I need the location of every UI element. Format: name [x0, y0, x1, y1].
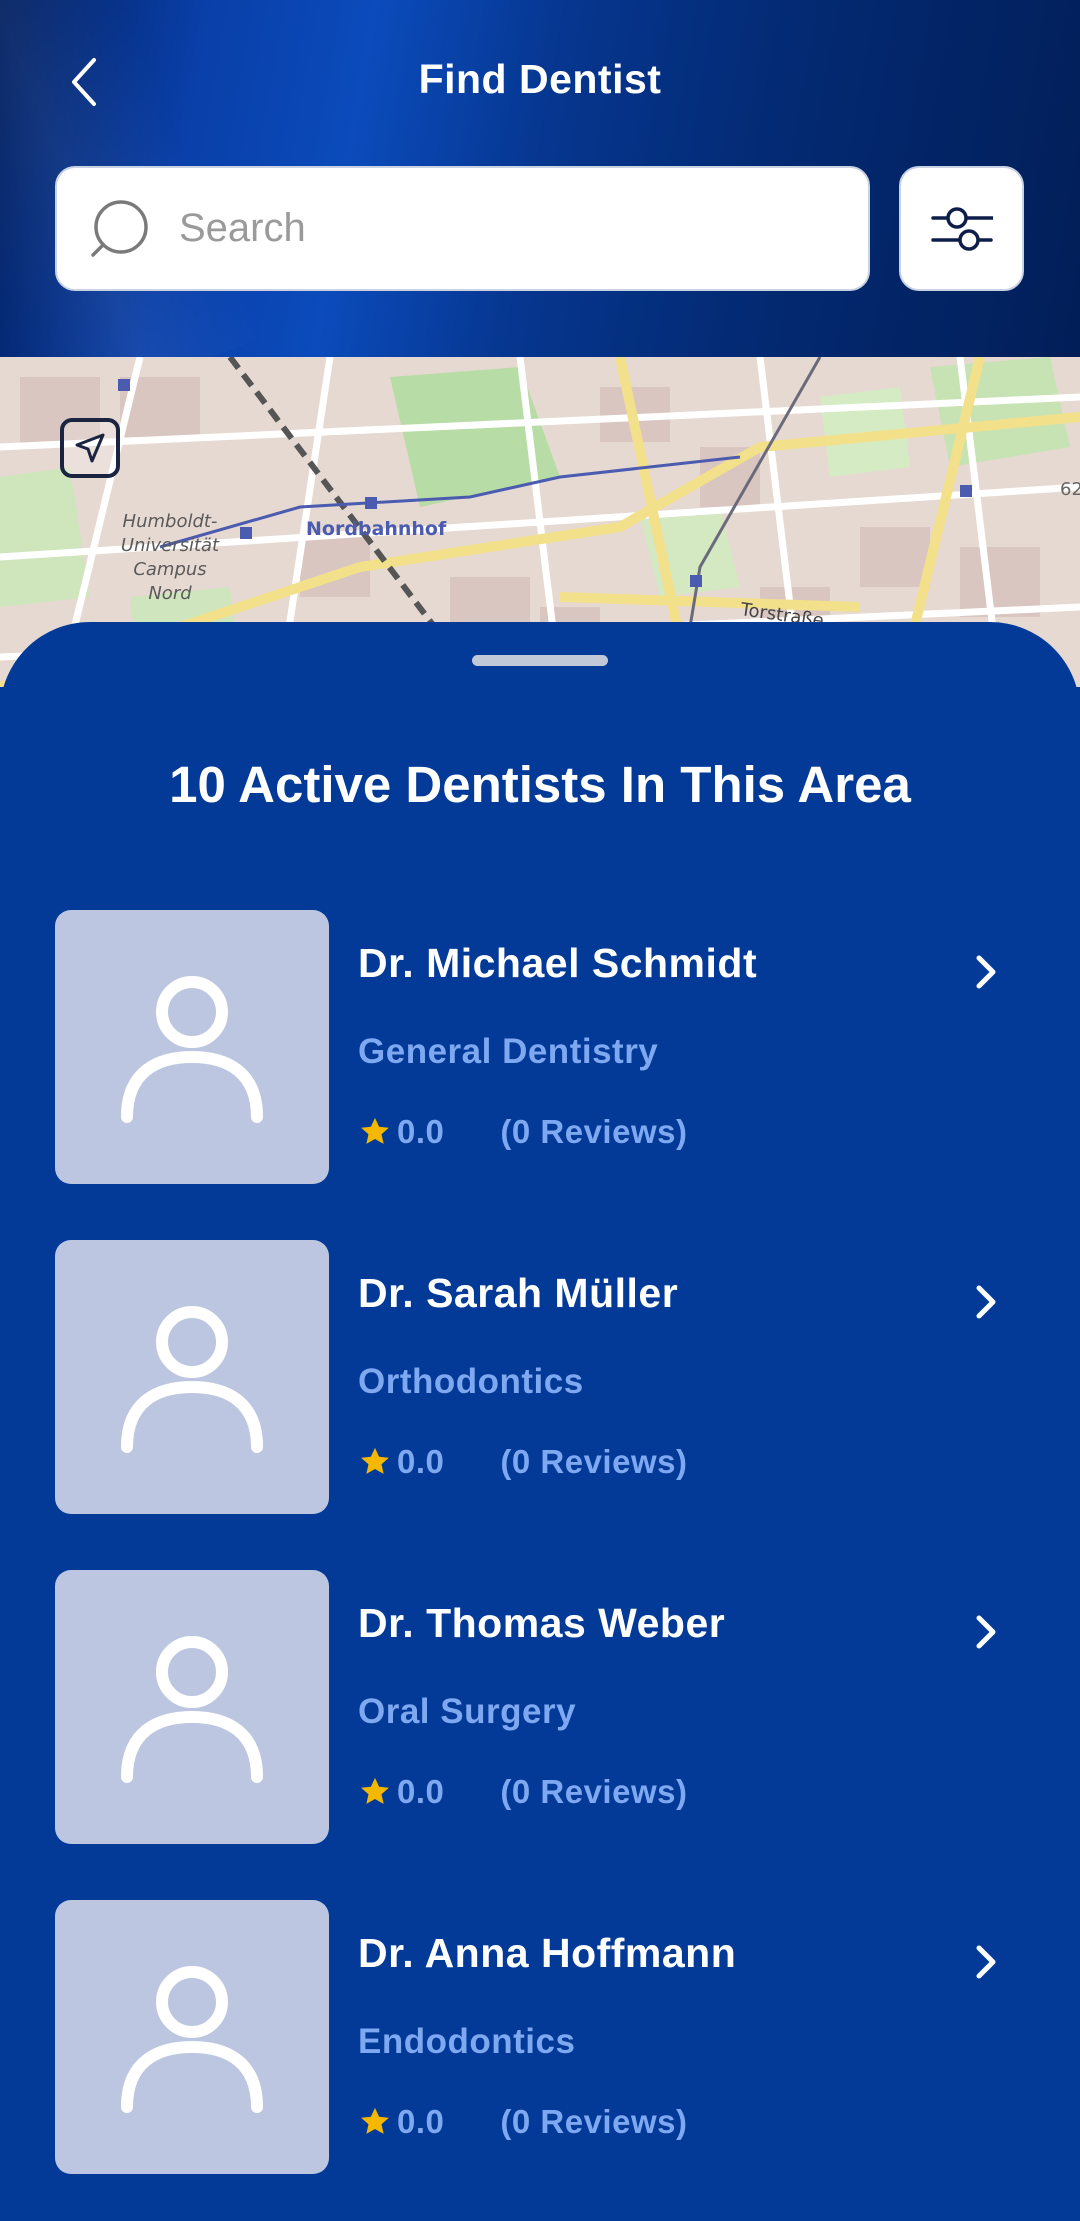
search-input[interactable]	[179, 206, 779, 251]
user-placeholder-icon	[121, 1636, 263, 1783]
dentist-name: Dr. Sarah Müller	[358, 1270, 679, 1316]
star-icon	[361, 1447, 389, 1474]
map-label-campus-1: Humboldt-	[123, 511, 218, 532]
rating-value: 0.0	[397, 1773, 445, 1810]
avatar	[55, 910, 329, 1184]
dentist-specialty: Orthodontics	[358, 1362, 584, 1401]
review-count: (0 Reviews)	[500, 1773, 688, 1810]
rating-row: 0.0 (0 Reviews)	[358, 1773, 687, 1811]
review-count: (0 Reviews)	[500, 1113, 688, 1150]
review-count: (0 Reviews)	[500, 1443, 688, 1480]
dentist-card[interactable]: Dr. Anna Hoffmann Endodontics 0.0 (0 Rev…	[55, 1900, 1025, 2175]
navigation-arrow-icon	[75, 433, 105, 463]
dentist-specialty: General Dentistry	[358, 1032, 659, 1071]
chevron-right-icon[interactable]	[966, 1282, 1006, 1322]
locate-button[interactable]	[60, 418, 120, 478]
search-box[interactable]	[55, 166, 870, 291]
chevron-right-icon[interactable]	[966, 1942, 1006, 1982]
map-label-campus-2: Universität	[121, 535, 220, 556]
rating-row: 0.0 (0 Reviews)	[358, 1443, 687, 1481]
star-icon	[361, 1777, 389, 1804]
user-placeholder-icon	[121, 1306, 263, 1453]
rating-value: 0.0	[397, 2103, 445, 2140]
drag-handle[interactable]	[472, 655, 608, 666]
dentist-list: Dr. Michael Schmidt General Dentistry 0.…	[55, 910, 1025, 2221]
dentist-card[interactable]: Dr. Thomas Weber Oral Surgery 0.0 (0 Rev…	[55, 1570, 1025, 1845]
user-placeholder-icon	[121, 1966, 263, 2113]
sliders-icon	[930, 206, 993, 251]
dentist-specialty: Oral Surgery	[358, 1692, 577, 1731]
map-label-number: 62	[1060, 479, 1080, 500]
dentist-card[interactable]: Dr. Sarah Müller Orthodontics 0.0 (0 Rev…	[55, 1240, 1025, 1515]
results-heading: 10 Active Dentists In This Area	[169, 756, 911, 813]
dentist-card[interactable]: Dr. Michael Schmidt General Dentistry 0.…	[55, 910, 1025, 1185]
chevron-right-icon[interactable]	[966, 952, 1006, 992]
rating-value: 0.0	[397, 1443, 445, 1480]
rating-row: 0.0 (0 Reviews)	[358, 2103, 687, 2141]
chevron-right-icon[interactable]	[966, 1612, 1006, 1652]
avatar	[55, 1570, 329, 1844]
avatar	[55, 1240, 329, 1514]
page-title: Find Dentist	[418, 56, 662, 102]
rating-row: 0.0 (0 Reviews)	[358, 1113, 687, 1151]
app-header: Find Dentist	[0, 0, 1080, 357]
rating-value: 0.0	[397, 1113, 445, 1150]
dentist-name: Dr. Thomas Weber	[358, 1600, 726, 1646]
map-label-station: Nordbahnhof	[306, 518, 447, 540]
star-icon	[361, 1117, 389, 1144]
dentist-name: Dr. Anna Hoffmann	[358, 1930, 737, 1976]
map-label-campus-4: Nord	[148, 583, 192, 604]
search-icon	[91, 199, 148, 257]
map-label-campus-3: Campus	[133, 559, 206, 580]
avatar	[55, 1900, 329, 2174]
star-icon	[361, 2107, 389, 2134]
user-placeholder-icon	[121, 976, 263, 1123]
dentist-name: Dr. Michael Schmidt	[358, 940, 758, 986]
review-count: (0 Reviews)	[500, 2103, 688, 2140]
dentist-list-sheet: 10 Active Dentists In This Area Dr. Mich…	[0, 622, 1080, 2221]
dentist-specialty: Endodontics	[358, 2022, 576, 2061]
filter-button[interactable]	[899, 166, 1024, 291]
